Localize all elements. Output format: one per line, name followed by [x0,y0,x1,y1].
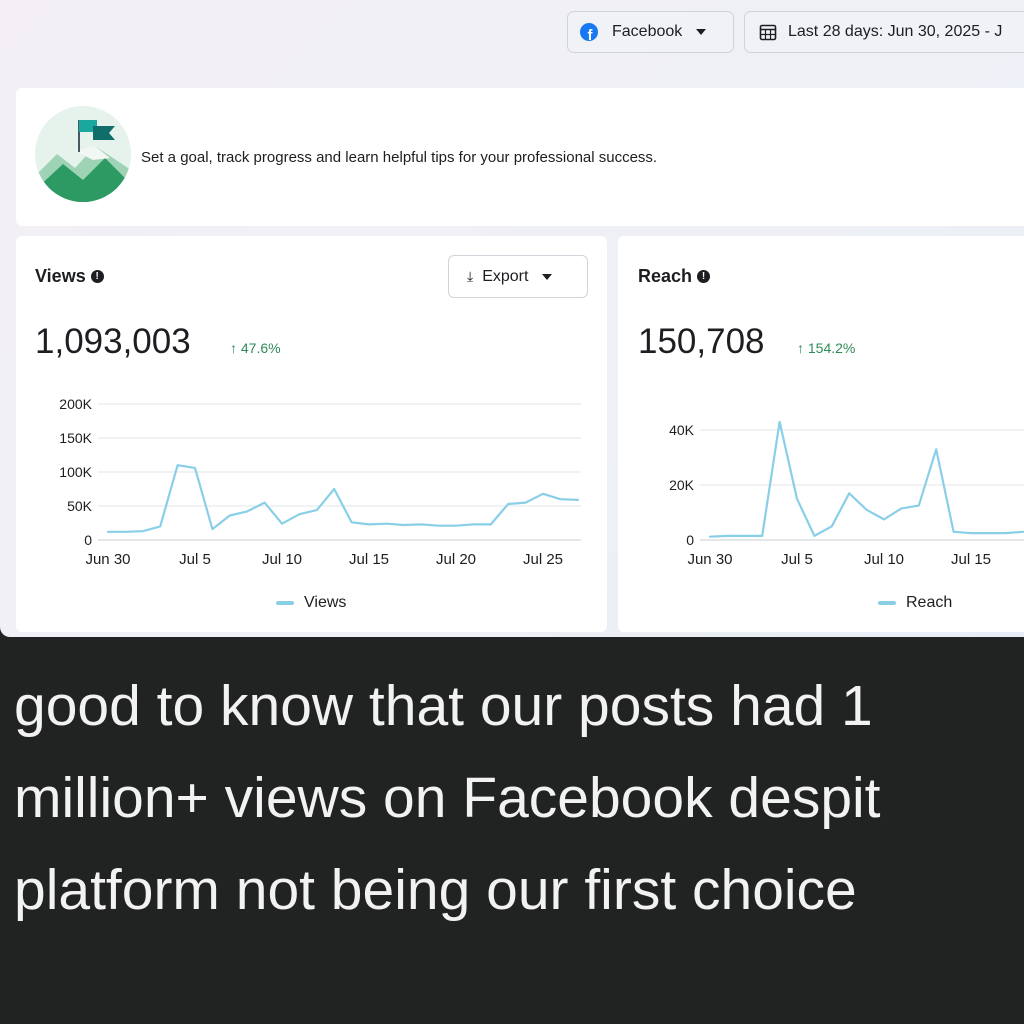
legend-swatch [878,601,896,605]
views-title-label: Views [35,266,86,286]
views-line-chart: 0 50K 100K 150K 200K Jun 30 Jul 5 Jul 10 Jul 15 J… [59,396,581,568]
caption-line: good to know that our posts had 1 [14,674,873,738]
x-tick-label: Jul 5 [179,551,211,568]
y-tick-label: 150K [59,430,92,446]
y-tick-label: 40K [669,422,695,438]
goal-description: Set a goal, track progress and learn hel… [141,149,658,166]
facebook-logo-icon: f [580,23,598,41]
legend-label: Views [304,594,347,611]
x-tick-label: Jul 10 [864,551,904,568]
reach-legend: Reach [878,594,952,612]
goal-card[interactable]: Set a goal, track progress and learn hel… [16,88,1024,226]
reach-line-chart: 0 20K 40K Jun 30 Jul 5 Jul 10 Jul 15 [669,420,1024,568]
reach-total: 150,708 [638,322,765,361]
reach-title-label: Reach [638,266,693,286]
caption-line: platform not being our first choice [14,858,857,922]
y-tick-label: 200K [59,396,92,412]
y-tick-label: 0 [686,532,694,548]
caption-line: million+ views on Facebook despit [14,766,881,830]
y-tick-label: 0 [84,532,92,548]
legend-label: Reach [906,594,953,611]
x-tick-label: Jul 25 [523,551,563,568]
export-button[interactable]: ⤓ Export [448,255,588,298]
y-tick-label: 100K [59,464,92,480]
y-tick-label: 20K [669,477,695,493]
export-label: Export [482,267,529,285]
x-tick-label: Jul 10 [262,551,302,568]
views-card: Views ! ⤓ Export 1,093,003 ↑ 47.6% 0 50K 1… [16,236,607,632]
x-tick-label: Jul 15 [951,551,991,568]
platform-label: Facebook [612,23,683,40]
info-icon[interactable]: ! [90,270,104,283]
date-range-picker[interactable]: Last 28 days: Jun 30, 2025 - J [744,11,1024,53]
chevron-down-icon [696,29,707,35]
y-tick-label: 50K [67,498,93,514]
caption-text: good to know that our posts had 1 millio… [14,660,1024,936]
views-legend: Views [276,594,346,612]
x-tick-label: Jul 20 [436,551,476,568]
views-total: 1,093,003 [35,322,191,361]
download-icon: ⤓ [467,268,474,284]
views-change: ↑ 47.6% [230,340,281,356]
reach-title: Reach ! [638,266,711,287]
platform-dropdown[interactable]: f Facebook [567,11,734,53]
series-line [106,464,579,533]
info-icon[interactable]: ! [697,270,711,283]
x-tick-label: Jun 30 [687,551,732,568]
legend-swatch [276,601,294,605]
views-title: Views ! [35,266,104,287]
reach-change: ↑ 154.2% [797,340,856,356]
chevron-down-icon [542,273,553,280]
x-tick-label: Jul 5 [781,551,813,568]
insights-screenshot: f Facebook Last 28 days: Jun 30, 2025 - … [0,0,1024,637]
series-line [708,420,1024,538]
goal-flag-illustration [35,106,131,202]
calendar-icon [759,24,777,41]
x-tick-label: Jun 30 [85,551,130,568]
x-tick-label: Jul 15 [349,551,389,568]
reach-card: Reach ! 150,708 ↑ 154.2% 0 20K 40K Jun 30 Ju… [618,236,1024,632]
date-range-label: Last 28 days: Jun 30, 2025 - J [788,23,1003,40]
